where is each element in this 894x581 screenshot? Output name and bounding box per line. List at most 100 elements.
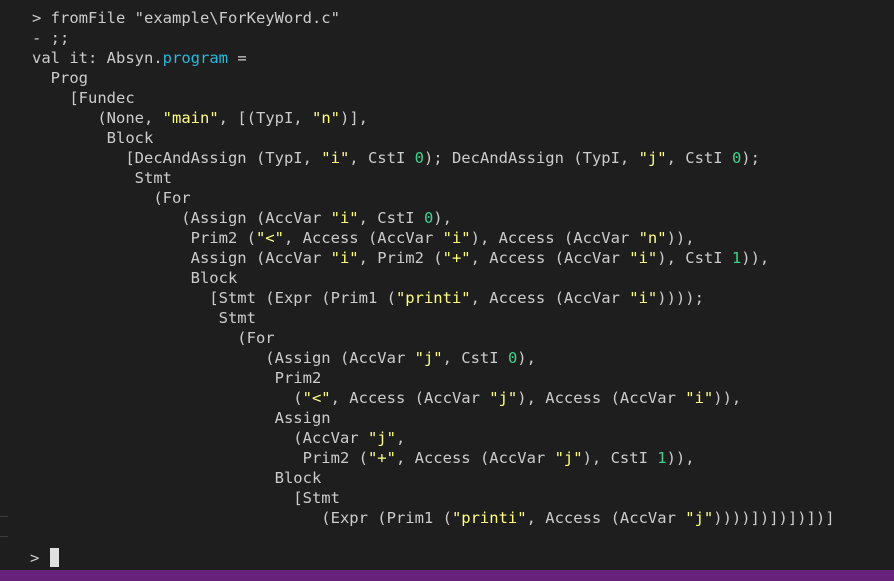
code-text: )], (339, 109, 368, 127)
code-text: ))))])])])])] (713, 509, 835, 527)
number-literal: 0 (731, 149, 742, 167)
code-text: Block (32, 269, 238, 287)
output-line: val it: Absyn.program = (32, 48, 247, 68)
code-text: )), (666, 229, 695, 247)
string-literal: "i" (321, 149, 350, 167)
code-text: - ;; (32, 29, 70, 47)
code-text: , CstI (358, 209, 424, 227)
terminal-panel[interactable]: > fromFile "example\ForKeyWord.c" - ;; val… (0, 0, 894, 570)
code-text: (Assign (AccVar (32, 209, 331, 227)
code-text: , Access (AccVar (283, 229, 443, 247)
string-literal: "main" (162, 109, 219, 127)
output-line: [Stmt (32, 488, 340, 508)
code-text: [Stmt (Expr (Prim1 ( (32, 289, 396, 307)
string-literal: "i" (629, 249, 658, 267)
output-line: - ;; (32, 28, 69, 48)
code-text: (None, (32, 109, 163, 127)
string-literal: "n" (638, 229, 667, 247)
number-literal: 1 (657, 449, 667, 467)
code-text: Prog (32, 69, 88, 87)
input-prompt: > (30, 549, 49, 567)
number-literal: 1 (731, 249, 742, 267)
output-line: (Assign (AccVar "i", CstI 0), (32, 208, 452, 228)
output-line: (Expr (Prim1 ("printi", Access (AccVar "… (32, 508, 835, 528)
code-text: , Prim2 ( (358, 249, 443, 267)
output-line: Prog (32, 68, 88, 88)
code-text: )), (666, 449, 695, 467)
string-literal: "i" (442, 229, 471, 247)
output-line: Prim2 (32, 368, 322, 388)
code-text: Assign (32, 409, 331, 427)
code-text: ); (741, 149, 760, 167)
code-text: (For (32, 189, 191, 207)
code-text: Prim2 ( (32, 449, 368, 467)
number-literal: 0 (414, 149, 424, 167)
string-literal: "printi" (395, 289, 471, 307)
text-cursor[interactable] (50, 548, 59, 567)
output-line: Stmt (32, 168, 172, 188)
code-text: , Access (AccVar (470, 289, 630, 307)
output-line: Prim2 ("+", Access (AccVar "j"), CstI 1)… (32, 448, 695, 468)
code-text: , CstI (442, 349, 508, 367)
code-text: (Assign (AccVar (32, 349, 415, 367)
code-text: "example\ForKeyWord.c" (134, 9, 340, 27)
output-line: Block (32, 468, 322, 488)
output-line: Prim2 ("<", Access (AccVar "i"), Access … (32, 228, 695, 248)
code-text: ), CstI (582, 449, 658, 467)
command-line: > fromFile "example\ForKeyWord.c" (32, 8, 340, 28)
output-line: Block (32, 128, 154, 148)
output-line: [Fundec (32, 88, 135, 108)
output-line: Assign (32, 408, 331, 428)
code-text: val it: Absyn. (32, 49, 163, 67)
output-line: (For (32, 188, 191, 208)
code-text: ), Access (AccVar (517, 389, 686, 407)
code-text: Stmt (32, 169, 172, 187)
code-text: , Access (AccVar (470, 249, 630, 267)
code-text: , CstI (349, 149, 415, 167)
string-literal: "i" (685, 389, 714, 407)
code-text: [DecAndAssign (TypI, (32, 149, 322, 167)
output-line: ("<", Access (AccVar "j"), Access (AccVa… (32, 388, 741, 408)
gutter-marker (0, 516, 8, 517)
string-literal: "j" (685, 509, 714, 527)
code-text: Stmt (32, 309, 256, 327)
string-literal: "j" (489, 389, 518, 407)
string-literal: "<" (302, 389, 331, 407)
string-literal: "i" (330, 209, 359, 227)
code-text: Block (32, 129, 154, 147)
string-literal: "j" (367, 429, 396, 447)
code-text: > fromFile (32, 9, 135, 27)
code-text: = (227, 49, 247, 67)
output-line: (AccVar "j", (32, 428, 405, 448)
code-text: Block (32, 469, 322, 487)
code-text: , Access (AccVar (526, 509, 686, 527)
code-text: [Stmt (32, 489, 340, 507)
gutter-marker (0, 536, 8, 537)
code-text: )), (713, 389, 742, 407)
code-text: (Expr (Prim1 ( (32, 509, 452, 527)
output-line: Assign (AccVar "i", Prim2 ("+", Access (… (32, 248, 770, 268)
number-literal: 0 (507, 349, 518, 367)
code-text: Prim2 ( (32, 229, 256, 247)
string-literal: "j" (554, 449, 583, 467)
code-text: )), (741, 249, 770, 267)
code-text: ), (517, 349, 536, 367)
output-line: [Stmt (Expr (Prim1 ("printi", Access (Ac… (32, 288, 704, 308)
code-text: [Fundec (32, 89, 135, 107)
output-line: Stmt (32, 308, 256, 328)
code-text: ), (433, 209, 452, 227)
output-line: (For (32, 328, 275, 348)
code-text: (For (32, 329, 275, 347)
code-text: ), Access (AccVar (470, 229, 639, 247)
code-text: , CstI (666, 149, 732, 167)
string-literal: "+" (367, 449, 396, 467)
string-literal: "printi" (451, 509, 527, 527)
number-literal: 0 (423, 209, 434, 227)
code-text: (AccVar (32, 429, 368, 447)
code-text: Prim2 (32, 369, 322, 387)
code-text: , (395, 429, 406, 447)
string-literal: "j" (638, 149, 667, 167)
output-line: [DecAndAssign (TypI, "i", CstI 0); DecAn… (32, 148, 760, 168)
code-text: ( (32, 389, 303, 407)
output-line: (None, "main", [(TypI, "n")], (32, 108, 368, 128)
